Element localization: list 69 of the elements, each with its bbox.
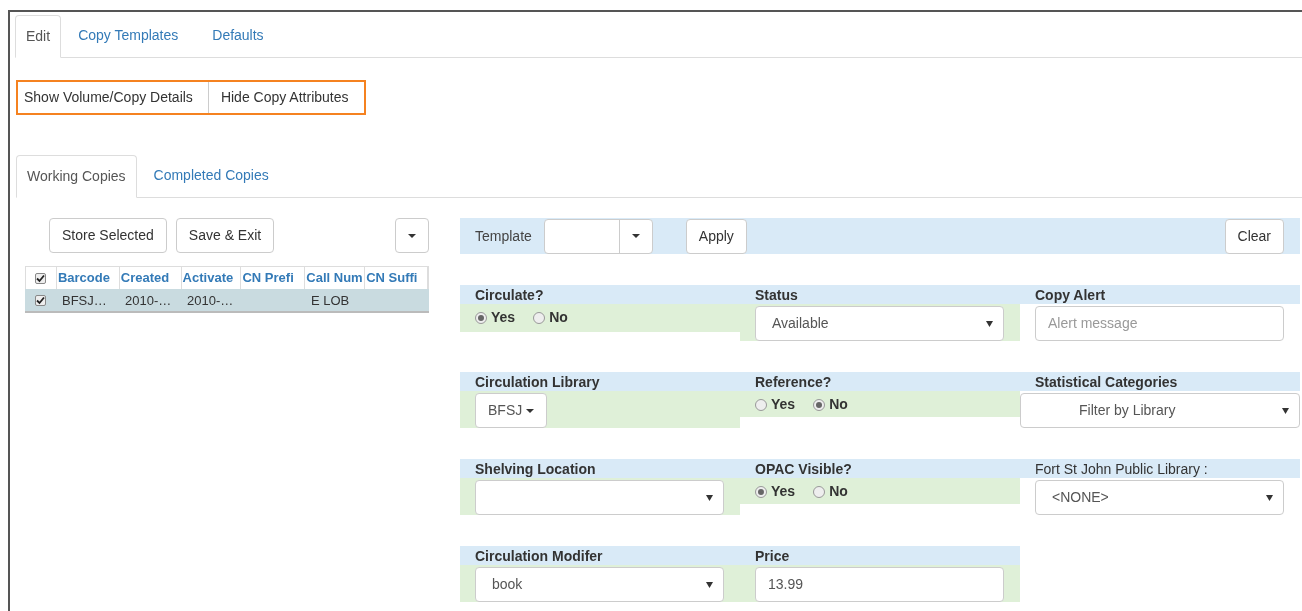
caret-icon (1282, 407, 1289, 414)
library-menu-button[interactable]: BFSJ (475, 393, 548, 428)
select-value: book (492, 575, 523, 594)
radio-button[interactable] (813, 485, 826, 498)
field-label: Circulation Modifer (475, 547, 603, 565)
field-label: Price (755, 547, 790, 565)
radio-button[interactable] (755, 398, 767, 411)
field-label: Copy Alert (1035, 286, 1106, 304)
field-label: Statistical Categories (1035, 373, 1178, 391)
caret-icon (631, 234, 640, 238)
radio-button[interactable] (475, 311, 487, 324)
radio-button[interactable] (533, 311, 546, 324)
column-header[interactable]: CN Prefi (242, 268, 294, 288)
table-row[interactable]: BFSJ… 2010-… 2010-… E LOB (25, 289, 429, 311)
field-label: Fort St John Public Library : (1035, 460, 1208, 478)
select-field[interactable]: book (475, 567, 724, 602)
tab[interactable]: Copy Templates (61, 14, 196, 57)
caret-icon (526, 408, 535, 413)
radio-label: Yes (491, 308, 516, 327)
select-field[interactable]: Available (755, 306, 1004, 341)
field-label: Circulation Library (475, 373, 600, 391)
tab[interactable]: Working Copies (16, 155, 137, 198)
table-cell: E LOB (311, 292, 350, 308)
select-value: <NONE> (1052, 488, 1109, 507)
radio-button[interactable] (755, 485, 767, 498)
select-field[interactable]: <NONE> (1035, 480, 1284, 515)
action-button[interactable]: Store Selected (49, 218, 167, 253)
tab[interactable]: Edit (15, 15, 62, 58)
select-value: Filter by Library (1079, 401, 1176, 420)
radio-label: Yes (771, 482, 796, 501)
column-header[interactable]: Call Num (306, 268, 363, 288)
checkbox[interactable] (35, 294, 46, 306)
column-header[interactable]: Barcode (57, 268, 110, 288)
input-field[interactable]: 13.99 (755, 567, 1004, 602)
radio-label: No (829, 395, 848, 414)
clear-button[interactable]: Clear (1224, 218, 1284, 254)
input-value: 13.99 (768, 575, 804, 594)
select-value: Available (772, 314, 829, 333)
column-header[interactable]: Created (120, 268, 170, 288)
table-cell: 2010-… (187, 292, 234, 308)
input-placeholder: Alert message (1048, 314, 1138, 333)
field-label: Status (755, 286, 798, 304)
dropdown-button[interactable] (395, 218, 429, 253)
radio-label: Yes (771, 395, 796, 414)
tab[interactable]: Defaults (195, 14, 281, 57)
radio-button[interactable] (813, 398, 826, 411)
radio-label: No (829, 482, 848, 501)
table-cell: BFSJ… (62, 292, 107, 308)
column-header[interactable]: CN Suffi (366, 268, 418, 288)
template-label: Template (475, 226, 532, 246)
caret-icon (706, 581, 713, 588)
column-header[interactable]: Activate (182, 268, 234, 288)
field-label: OPAC Visible? (755, 460, 852, 478)
caret-icon (706, 494, 713, 501)
field-label: Reference? (755, 373, 832, 391)
caret-icon (408, 233, 416, 238)
field-label: Circulate? (475, 286, 544, 304)
table-cell: 2010-… (125, 292, 172, 308)
action-button[interactable]: Save & Exit (175, 218, 275, 253)
template-combo[interactable] (543, 218, 653, 254)
select-field[interactable]: Filter by Library (1020, 393, 1300, 428)
radio-label: No (549, 308, 568, 327)
caret-icon (1266, 494, 1273, 501)
checkbox[interactable] (35, 272, 47, 284)
caret-icon (986, 320, 993, 327)
field-label: Shelving Location (475, 460, 596, 478)
tab[interactable]: Completed Copies (136, 154, 286, 197)
apply-button[interactable]: Apply (685, 218, 747, 254)
select-field[interactable] (475, 480, 724, 515)
